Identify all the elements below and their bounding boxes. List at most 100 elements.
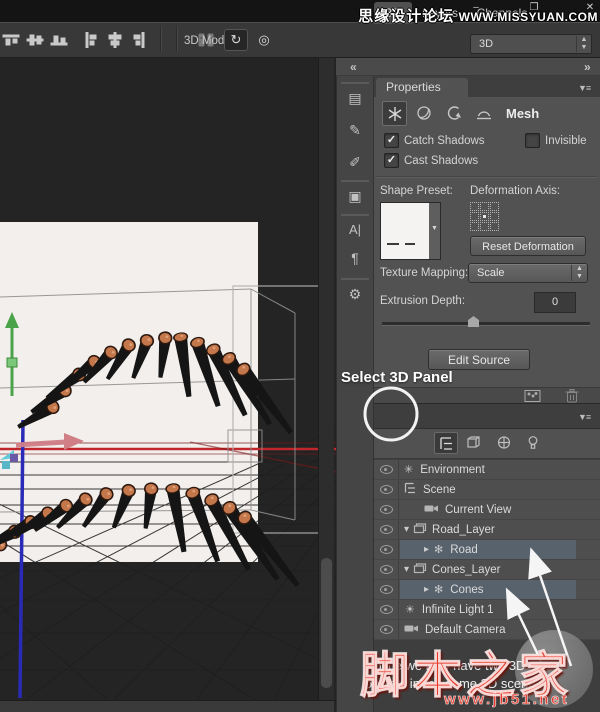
strip-group-label <box>341 278 369 280</box>
light-icon: ☀ <box>405 603 415 616</box>
distribute-bottom-icon[interactable] <box>50 32 72 50</box>
photoshop-window: – ❐ ✕ 思缘设计论坛 WWW.MISSYUAN.COM 3D Mode: ↻… <box>0 0 600 712</box>
distribute-right-icon[interactable] <box>130 32 152 50</box>
canvas-vertical-scrollbar[interactable] <box>318 58 334 700</box>
environment-icon: ✳ <box>404 463 413 476</box>
options-separator <box>176 26 178 52</box>
character-panel-icon[interactable]: A| <box>336 218 374 242</box>
strip-group-label <box>341 214 369 216</box>
brush-panel-icon[interactable]: ✐ <box>336 150 374 174</box>
expand-panels-icon[interactable]: » <box>584 59 591 75</box>
properties-panel-menu-icon[interactable]: ▼≡ <box>578 82 596 94</box>
clone-source-panel-icon[interactable]: ▣ <box>336 184 374 208</box>
shape-preset-dropdown-arrow-icon[interactable]: ▼ <box>429 202 441 260</box>
row-label: Environment <box>420 464 485 476</box>
brush-presets-panel-icon[interactable]: ✎ <box>336 118 374 142</box>
camera-icon <box>424 501 439 519</box>
expander-closed-icon[interactable]: ▸ <box>424 584 429 595</box>
visibility-eye-icon[interactable] <box>374 560 399 579</box>
workspace-stepper-icon[interactable]: ▲▼ <box>576 36 591 52</box>
expander-open-icon[interactable]: ▾ <box>404 564 409 575</box>
invisible-checkbox[interactable] <box>525 133 540 148</box>
mesh-icon: ✻ <box>434 543 443 556</box>
expander-closed-icon[interactable]: ▸ <box>424 544 429 555</box>
edit-source-button[interactable]: Edit Source <box>428 349 530 370</box>
row-label: Cones <box>450 584 483 596</box>
visibility-eye-icon[interactable] <box>374 500 399 519</box>
3d-row-road[interactable]: ▸ ✻ Road <box>374 540 600 560</box>
3d-row-scene[interactable]: Scene <box>374 480 600 500</box>
3d-row-infinite-light[interactable]: ☀ Infinite Light 1 <box>374 600 600 620</box>
canvas-horizontal-scrollbar[interactable] <box>0 700 334 712</box>
collapse-panels-icon[interactable]: « <box>350 59 357 75</box>
cast-shadows-checkbox[interactable]: ✓ <box>384 153 399 168</box>
mesh-icon: ✻ <box>434 583 443 596</box>
3d-row-road-layer[interactable]: ▾ Road_Layer <box>374 520 600 540</box>
3d-row-current-view[interactable]: Current View <box>374 500 600 520</box>
mesh-properties-icon[interactable] <box>382 101 407 126</box>
materials-properties-icon[interactable] <box>412 101 437 126</box>
catch-shadows-checkbox[interactable]: ✓ <box>384 133 399 148</box>
3d-filter-bar <box>374 429 600 459</box>
filter-meshes-icon[interactable] <box>462 432 486 454</box>
tool-presets-panel-icon[interactable]: ⚙ <box>336 282 374 306</box>
group-icon <box>413 561 427 579</box>
dock-header <box>336 58 600 76</box>
visibility-eye-icon[interactable] <box>374 460 399 479</box>
filter-whole-scene-icon[interactable] <box>434 432 458 454</box>
row-label: Current View <box>445 504 511 516</box>
deformation-axis-label: Deformation Axis: <box>470 185 560 197</box>
shape-preset-thumbnail[interactable] <box>380 202 430 260</box>
visibility-eye-icon[interactable] <box>374 480 399 499</box>
visibility-eye-icon[interactable] <box>374 600 399 619</box>
3d-orbit-tool-button[interactable]: ◎ <box>252 29 276 51</box>
selected-object-type-label: Mesh <box>506 106 539 121</box>
3d-panel-menu-icon[interactable]: ▼≡ <box>578 411 596 423</box>
extrusion-depth-label: Extrusion Depth: <box>380 295 465 307</box>
row-label: Infinite Light 1 <box>422 604 494 616</box>
workspace-selector[interactable]: 3D ▲▼ <box>470 34 592 54</box>
row-label: Default Camera <box>425 624 506 636</box>
extrusion-depth-value[interactable]: 0 <box>534 292 576 313</box>
filter-materials-icon[interactable] <box>492 432 516 454</box>
dropdown-stepper-icon: ▲▼ <box>571 265 587 281</box>
3d-row-cones[interactable]: ▸ ✻ Cones <box>374 580 600 600</box>
scrollbar-thumb[interactable] <box>321 558 332 688</box>
extrusion-depth-slider[interactable] <box>382 322 590 326</box>
expander-open-icon[interactable]: ▾ <box>404 524 409 535</box>
3d-row-environment[interactable]: ✳ Environment <box>374 460 600 480</box>
3d-rotate-tool-button[interactable]: ↻ <box>224 29 248 51</box>
distribute-hcenter-icon[interactable] <box>106 32 128 50</box>
scene-icon <box>404 481 417 499</box>
actions-panel-icon[interactable]: ▤ <box>336 86 374 110</box>
texture-mapping-value: Scale <box>469 267 571 279</box>
missyuan-watermark-cn: 思缘设计论坛 <box>358 8 454 25</box>
distribute-top-icon[interactable] <box>2 32 24 50</box>
row-label: Road_Layer <box>432 524 495 536</box>
distribute-left-icon[interactable] <box>82 32 104 50</box>
distribute-vcenter-icon[interactable] <box>26 32 48 50</box>
3d-panel-tabs-bar <box>374 405 600 429</box>
3d-row-cones-layer[interactable]: ▾ Cones_Layer <box>374 560 600 580</box>
filter-lights-icon[interactable] <box>521 432 545 454</box>
shape-preset-label: Shape Preset: <box>380 185 453 197</box>
group-icon <box>413 521 427 539</box>
cap-properties-icon[interactable] <box>472 101 497 126</box>
row-label: Road <box>450 544 478 556</box>
deformation-axis-widget[interactable] <box>470 202 499 231</box>
paragraph-panel-icon[interactable]: ¶ <box>336 246 374 270</box>
visibility-eye-icon[interactable] <box>374 580 399 599</box>
reset-deformation-button[interactable]: Reset Deformation <box>470 236 586 256</box>
strip-group-label <box>341 180 369 182</box>
jb51-watermark-url: www.jb51.net <box>444 691 569 708</box>
texture-mapping-dropdown[interactable]: Scale ▲▼ <box>468 263 588 283</box>
3d-scene-tree: ✳ Environment Scene Current View ▾ Road_… <box>374 460 600 640</box>
missyuan-watermark: 思缘设计论坛 WWW.MISSYUAN.COM <box>358 5 598 26</box>
deform-properties-icon[interactable] <box>442 101 467 126</box>
visibility-eye-icon[interactable] <box>374 540 399 559</box>
cast-shadows-label: Cast Shadows <box>404 155 478 167</box>
strip-group-label <box>341 82 369 84</box>
visibility-eye-icon[interactable] <box>374 520 399 539</box>
tab-properties[interactable]: Properties <box>376 78 468 97</box>
document-canvas[interactable] <box>0 58 336 712</box>
